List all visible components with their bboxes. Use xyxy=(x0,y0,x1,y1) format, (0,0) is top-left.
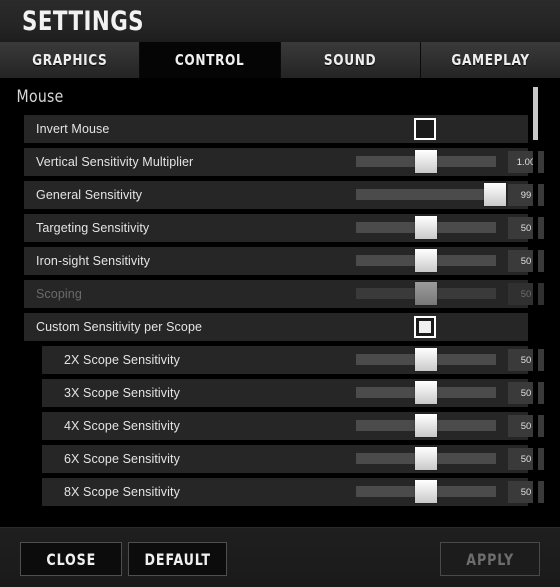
slider-2x-scope-sensitivity[interactable] xyxy=(356,348,496,371)
apply-button[interactable]: APPLY xyxy=(440,542,540,576)
slider-thumb[interactable] xyxy=(415,150,437,173)
page-title: SETTINGS xyxy=(22,5,145,37)
section-header-mouse: Mouse xyxy=(16,87,64,107)
scrollbar-track[interactable] xyxy=(533,78,538,520)
footer-bar: CLOSE DEFAULT APPLY xyxy=(0,527,560,587)
scrollbar-thumb[interactable] xyxy=(533,86,538,140)
setting-label: Targeting Sensitivity xyxy=(36,221,150,235)
tab-bar: GRAPHICS CONTROL SOUND GAMEPLAY xyxy=(0,42,560,78)
slider-iron-sight-sensitivity[interactable] xyxy=(356,249,496,272)
close-button[interactable]: CLOSE xyxy=(20,542,122,576)
setting-label: 3X Scope Sensitivity xyxy=(64,386,180,400)
tab-label: GRAPHICS xyxy=(31,51,108,69)
value-box-8x-scope-sensitivity: 50 xyxy=(508,481,544,503)
setting-row-8x-scope-sensitivity[interactable]: 8X Scope Sensitivity 50 xyxy=(42,478,544,506)
slider-thumb[interactable] xyxy=(415,414,437,437)
value-box-scoping: 50 xyxy=(508,283,544,305)
tab-label: GAMEPLAY xyxy=(451,51,530,69)
setting-row-scoping[interactable]: Scoping 50 xyxy=(24,280,544,308)
setting-label: 2X Scope Sensitivity xyxy=(64,353,180,367)
setting-label: General Sensitivity xyxy=(36,188,143,202)
slider-3x-scope-sensitivity[interactable] xyxy=(356,381,496,404)
setting-label: 4X Scope Sensitivity xyxy=(64,419,180,433)
setting-row-custom-sensitivity-per-scope[interactable]: Custom Sensitivity per Scope xyxy=(24,313,528,341)
slider-thumb[interactable] xyxy=(415,249,437,272)
setting-row-invert-mouse[interactable]: Invert Mouse xyxy=(24,115,528,143)
slider-general-sensitivity[interactable] xyxy=(356,183,506,206)
title-bar: SETTINGS xyxy=(0,0,560,42)
setting-label: 6X Scope Sensitivity xyxy=(64,452,180,466)
setting-row-targeting-sensitivity[interactable]: Targeting Sensitivity 50 xyxy=(24,214,544,242)
slider-thumb[interactable] xyxy=(415,348,437,371)
setting-row-2x-scope-sensitivity[interactable]: 2X Scope Sensitivity 50 xyxy=(42,346,544,374)
slider-thumb[interactable] xyxy=(415,480,437,503)
setting-label: 8X Scope Sensitivity xyxy=(64,485,180,499)
setting-label: Iron-sight Sensitivity xyxy=(36,254,151,268)
value-box-3x-scope-sensitivity: 50 xyxy=(508,382,544,404)
checkbox-custom-sensitivity-per-scope[interactable] xyxy=(414,316,436,338)
setting-label: Vertical Sensitivity Multiplier xyxy=(36,155,194,169)
apply-button-label: APPLY xyxy=(466,549,514,569)
value-box-general-sensitivity: 99 xyxy=(508,184,544,206)
slider-thumb[interactable] xyxy=(483,183,506,206)
setting-row-vertical-sensitivity-multiplier[interactable]: Vertical Sensitivity Multiplier 1.00 xyxy=(24,148,544,176)
setting-label: Custom Sensitivity per Scope xyxy=(36,320,203,334)
settings-scroll-area: Mouse Invert Mouse Vertical Sensitivity M… xyxy=(0,78,560,520)
setting-row-3x-scope-sensitivity[interactable]: 3X Scope Sensitivity 50 xyxy=(42,379,544,407)
slider-vertical-sensitivity-multiplier[interactable] xyxy=(356,150,496,173)
default-button-label: DEFAULT xyxy=(144,549,211,569)
value-box-iron-sight-sensitivity: 50 xyxy=(508,250,544,272)
tab-graphics[interactable]: GRAPHICS xyxy=(0,42,141,78)
setting-row-iron-sight-sensitivity[interactable]: Iron-sight Sensitivity 50 xyxy=(24,247,544,275)
close-button-label: CLOSE xyxy=(46,549,96,569)
slider-scoping[interactable] xyxy=(356,282,496,305)
value-box-6x-scope-sensitivity: 50 xyxy=(508,448,544,470)
value-box-targeting-sensitivity: 50 xyxy=(508,217,544,239)
setting-label: Invert Mouse xyxy=(36,122,110,136)
default-button[interactable]: DEFAULT xyxy=(128,542,227,576)
checkbox-invert-mouse[interactable] xyxy=(414,118,436,140)
value-box-vertical-sensitivity-multiplier: 1.00 xyxy=(508,151,544,173)
setting-row-general-sensitivity[interactable]: General Sensitivity 99 xyxy=(24,181,544,209)
slider-thumb[interactable] xyxy=(415,447,437,470)
slider-targeting-sensitivity[interactable] xyxy=(356,216,496,239)
slider-thumb[interactable] xyxy=(415,216,437,239)
tab-sound[interactable]: SOUND xyxy=(280,42,421,78)
setting-row-4x-scope-sensitivity[interactable]: 4X Scope Sensitivity 50 xyxy=(42,412,544,440)
slider-8x-scope-sensitivity[interactable] xyxy=(356,480,496,503)
value-box-4x-scope-sensitivity: 50 xyxy=(508,415,544,437)
tab-label: SOUND xyxy=(323,51,377,69)
tab-gameplay[interactable]: GAMEPLAY xyxy=(420,42,560,78)
setting-label: Scoping xyxy=(36,287,82,301)
tab-control[interactable]: CONTROL xyxy=(140,42,281,78)
checkbox-check-icon xyxy=(419,321,431,333)
slider-6x-scope-sensitivity[interactable] xyxy=(356,447,496,470)
value-box-2x-scope-sensitivity: 50 xyxy=(508,349,544,371)
tab-label: CONTROL xyxy=(175,51,245,69)
slider-4x-scope-sensitivity[interactable] xyxy=(356,414,496,437)
slider-thumb[interactable] xyxy=(415,282,437,305)
settings-list: Invert Mouse Vertical Sensitivity Multipl… xyxy=(0,115,560,506)
slider-thumb[interactable] xyxy=(415,381,437,404)
setting-row-6x-scope-sensitivity[interactable]: 6X Scope Sensitivity 50 xyxy=(42,445,544,473)
